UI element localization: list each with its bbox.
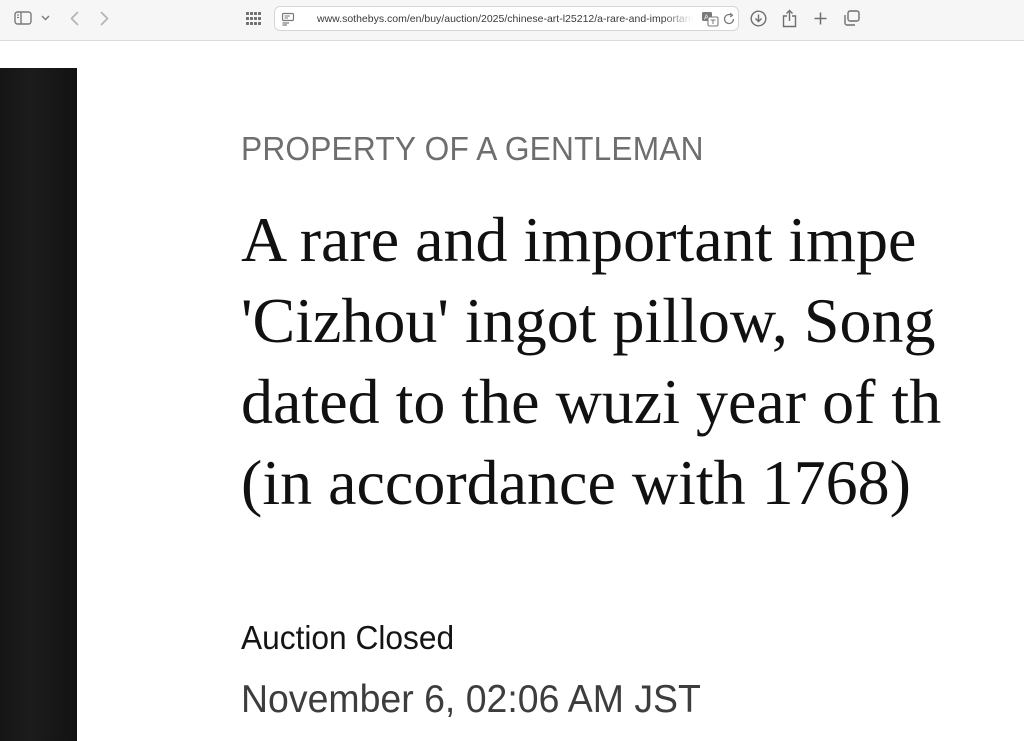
lot-image[interactable] (0, 68, 77, 741)
chevron-right-icon[interactable] (96, 9, 112, 27)
url-text[interactable]: www.sothebys.com/en/buy/auction/2025/chi… (317, 12, 693, 26)
reload-icon[interactable] (722, 12, 736, 26)
chevron-down-icon[interactable] (39, 13, 51, 23)
translate-icon[interactable]: A (701, 11, 719, 27)
lot-title: A rare and important impe 'Cizhou' ingot… (241, 199, 941, 523)
lot-title-line: A rare and important impe (241, 204, 917, 275)
share-icon[interactable] (780, 8, 798, 28)
grid-icon[interactable] (244, 10, 262, 26)
chevron-left-icon[interactable] (66, 9, 82, 27)
tabs-icon[interactable] (843, 9, 861, 27)
lot-title-line: dated to the wuzi year of th (241, 366, 942, 437)
closing-date: November 6, 02:06 AM JST (241, 678, 701, 721)
address-bar[interactable]: www.sothebys.com/en/buy/auction/2025/chi… (274, 6, 739, 31)
sidebar-toggle-icon[interactable] (13, 10, 33, 26)
provenance-label: PROPERTY OF A GENTLEMAN (241, 130, 704, 167)
browser-toolbar: www.sothebys.com/en/buy/auction/2025/chi… (0, 0, 1024, 41)
plus-icon[interactable] (812, 10, 828, 26)
lot-details: PROPERTY OF A GENTLEMAN A rare and impor… (241, 41, 1024, 741)
auction-status: Auction Closed (241, 619, 455, 656)
page-settings-icon[interactable] (281, 12, 295, 26)
download-icon[interactable] (749, 9, 767, 27)
lot-title-line: 'Cizhou' ingot pillow, Song (241, 285, 936, 356)
lot-title-line: (in accordance with 1768) (241, 447, 911, 518)
